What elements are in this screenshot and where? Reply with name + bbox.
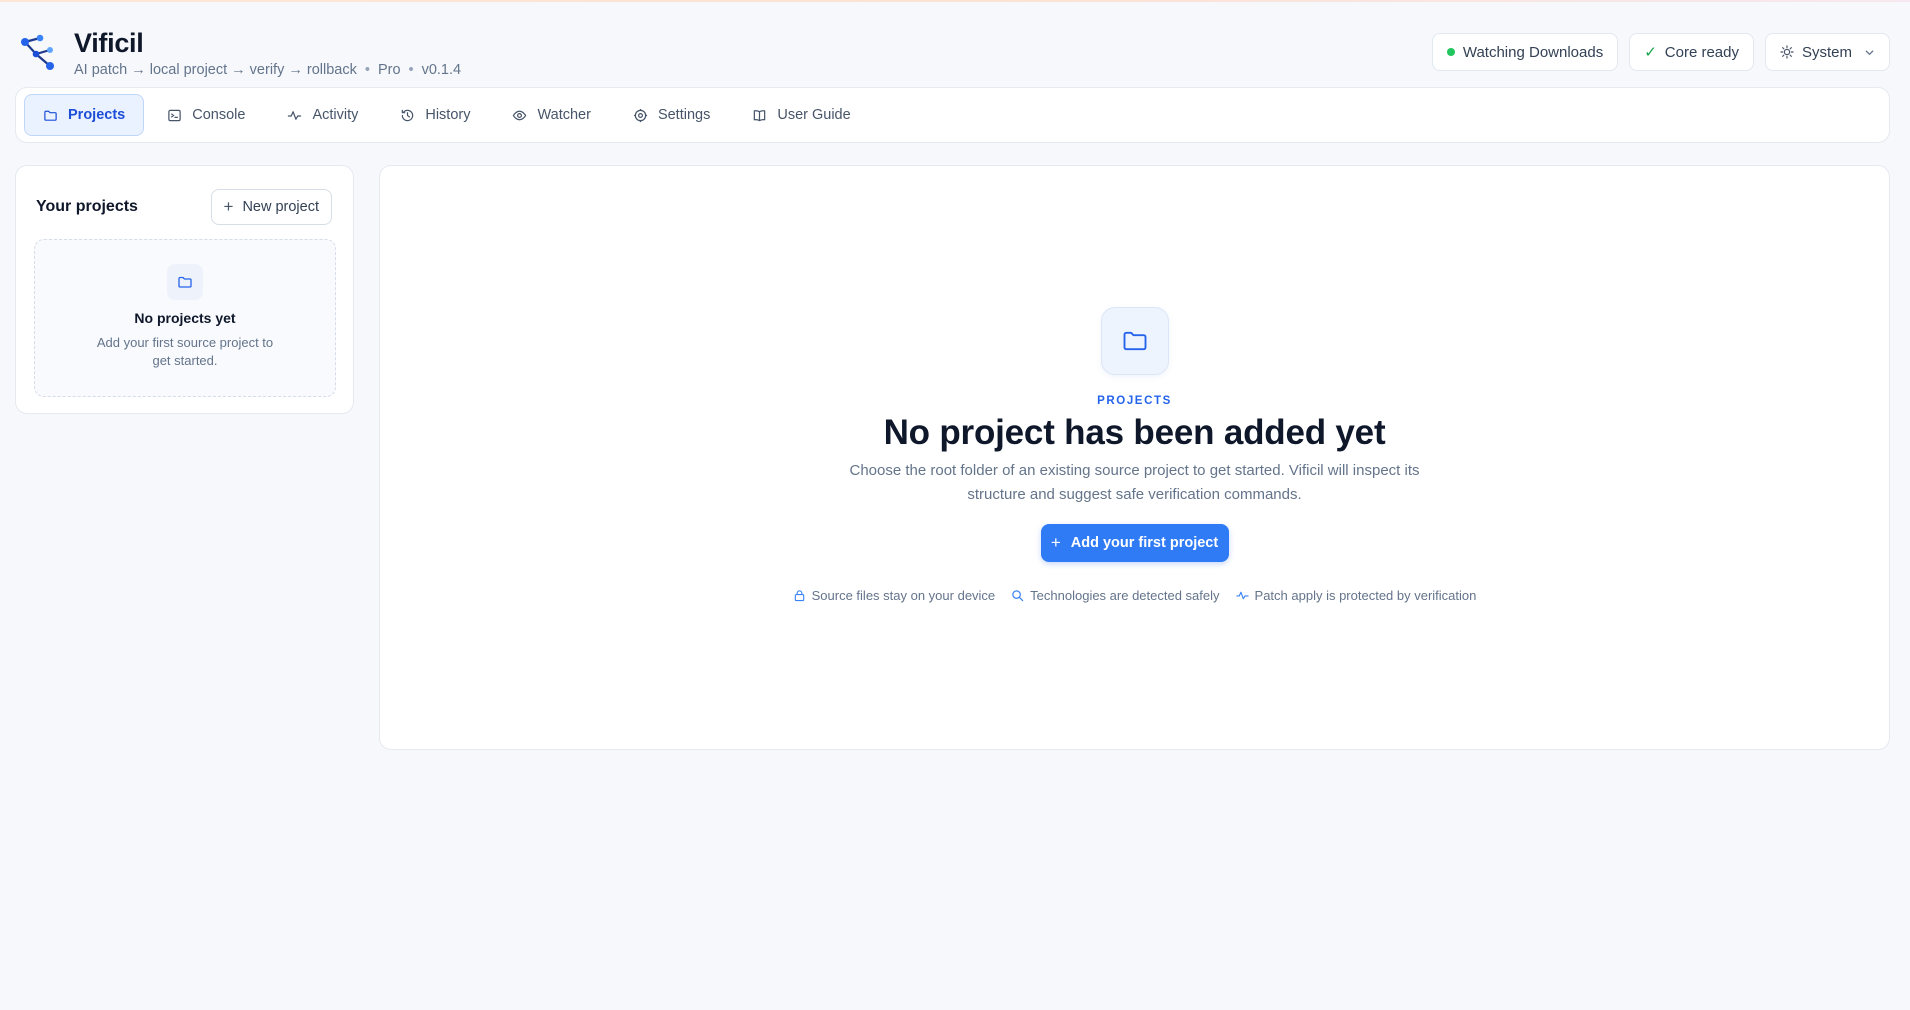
version-label: v0.1.4 <box>421 62 462 78</box>
history-icon <box>402 109 414 121</box>
tab-label: History <box>425 107 471 123</box>
feature-label: Patch apply is protected by verification <box>1254 588 1477 603</box>
activity-icon <box>288 110 302 120</box>
sun-icon <box>1780 45 1794 59</box>
tab-history[interactable]: History <box>381 94 489 136</box>
main-panel: PROJECTS No project has been added yet C… <box>379 165 1890 750</box>
logo-icon <box>21 34 54 70</box>
tab-watcher[interactable]: Watcher <box>493 94 609 136</box>
feature-item: Patch apply is protected by verification <box>1235 588 1477 603</box>
empty-state-title: No project has been added yet <box>883 413 1386 452</box>
add-first-project-button[interactable]: + Add your first project <box>1040 524 1229 562</box>
plus-icon: + <box>1050 532 1061 552</box>
theme-selector[interactable]: System <box>1764 33 1890 71</box>
header-actions: Watching Downloads ✓ Core ready System <box>1431 33 1890 71</box>
new-project-label: New project <box>242 199 319 215</box>
tab-label: Projects <box>68 107 126 123</box>
folder-icon <box>1123 331 1146 351</box>
feature-item: Source files stay on your device <box>793 588 996 603</box>
plus-icon: + <box>223 196 234 216</box>
tab-label: User Guide <box>777 107 851 123</box>
top-accent-line <box>0 0 1910 2</box>
core-status-pill[interactable]: ✓ Core ready <box>1629 33 1754 71</box>
tab-label: Console <box>192 107 246 123</box>
search-icon <box>1012 590 1024 602</box>
feature-item: Technologies are detected safely <box>1011 588 1220 603</box>
empty-state-description: Choose the root folder of an existing so… <box>849 462 1420 503</box>
feature-label: Source files stay on your device <box>811 588 996 603</box>
status-dot-icon <box>1446 48 1455 56</box>
tab-label: Activity <box>312 107 359 123</box>
app-header: Vificil AI patch → local project → verif… <box>20 14 1890 80</box>
empty-projects-card: No projects yet Add your first source pr… <box>34 239 336 397</box>
lock-icon <box>794 590 804 602</box>
tab-user-guide[interactable]: User Guide <box>733 94 869 136</box>
cta-label: Add your first project <box>1070 535 1219 551</box>
app-name: Vificil <box>74 28 144 58</box>
tab-settings[interactable]: Settings <box>614 94 729 136</box>
new-project-button[interactable]: + New project <box>210 189 332 225</box>
check-icon: ✓ <box>1644 44 1657 61</box>
folder-icon <box>178 276 192 288</box>
folder-icon <box>44 110 57 121</box>
app-subtitle: AI patch → local project → verify → roll… <box>74 62 462 78</box>
section-eyebrow: PROJECTS <box>1097 395 1172 407</box>
sidebar-title: Your projects <box>36 198 138 215</box>
tab-label: Watcher <box>537 107 591 123</box>
app-tagline: AI patch → local project → verify → roll… <box>74 62 357 78</box>
tab-console[interactable]: Console <box>148 94 264 136</box>
empty-description: Add your first source project to get sta… <box>96 335 274 368</box>
projects-sidebar: Your projects + New project No projects … <box>15 165 354 414</box>
main-nav: Projects Console Activity History Watche… <box>15 87 1890 143</box>
book-icon <box>754 109 766 121</box>
feature-list: Source files stay on your device Technol… <box>380 588 1889 603</box>
watcher-status-label: Watching Downloads <box>1462 43 1604 61</box>
tab-activity[interactable]: Activity <box>268 94 377 136</box>
theme-label: System <box>1801 43 1852 61</box>
tab-projects[interactable]: Projects <box>24 94 145 136</box>
empty-title: No projects yet <box>134 310 236 326</box>
activity-icon <box>1235 591 1249 600</box>
eye-icon <box>513 110 527 120</box>
gear-icon <box>633 108 647 122</box>
folder-icon-badge <box>167 264 203 300</box>
tab-label: Settings <box>657 107 711 123</box>
terminal-icon <box>168 109 181 121</box>
chevron-down-icon <box>1865 49 1874 55</box>
folder-icon-hero <box>1100 307 1169 375</box>
feature-label: Technologies are detected safely <box>1030 588 1220 603</box>
brand: Vificil AI patch → local project → verif… <box>20 28 461 78</box>
watcher-status-pill[interactable]: Watching Downloads <box>1431 33 1619 71</box>
core-status-label: Core ready <box>1664 43 1739 61</box>
plan-label: Pro <box>377 62 401 78</box>
